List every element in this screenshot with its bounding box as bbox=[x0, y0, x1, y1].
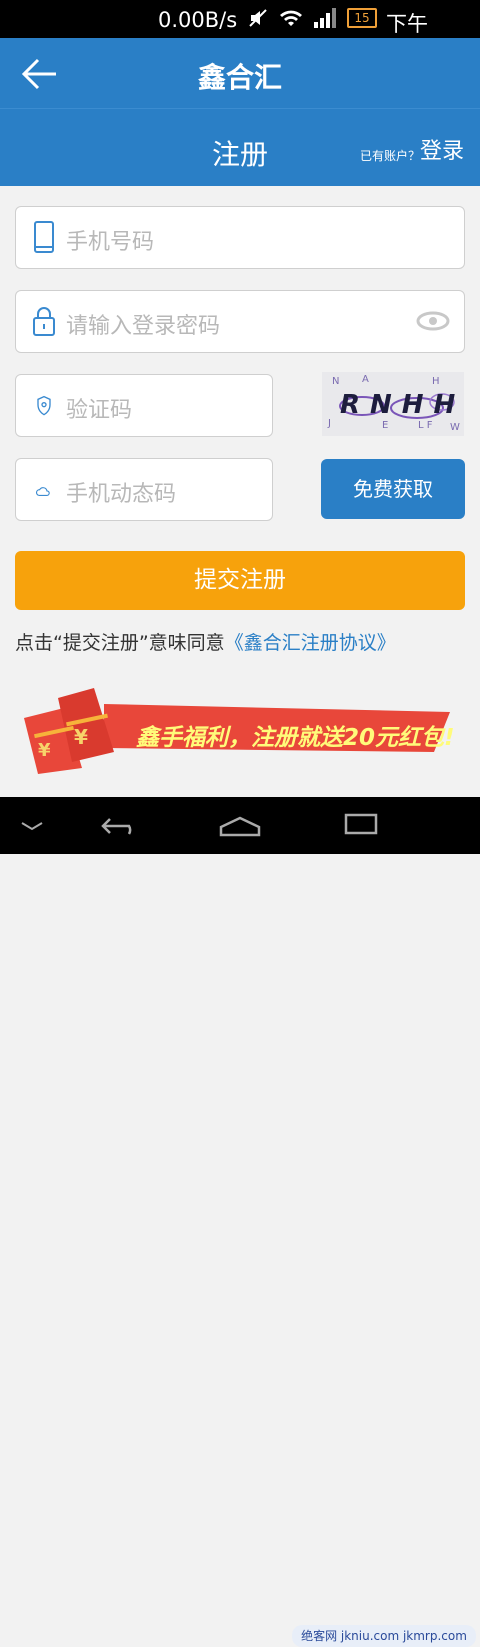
battery-icon: 15 bbox=[347, 8, 377, 28]
agreement-line: 点击“提交注册”意味同意《鑫合汇注册协议》 bbox=[15, 628, 396, 655]
wifi-icon bbox=[280, 10, 302, 26]
promo-banner[interactable]: ¥ ¥ 鑫手福利，注册就送20元红包! bbox=[24, 688, 456, 780]
captcha-text: RNHH bbox=[340, 390, 464, 420]
signal-icon bbox=[314, 8, 336, 28]
status-bar: 0.00B/s 15 下午 4:11 bbox=[0, 0, 480, 62]
agreement-prefix: 点击“提交注册”意味同意 bbox=[15, 632, 225, 654]
banner-text: 鑫手福利，注册就送20元红包! bbox=[136, 725, 455, 751]
navigation-bar: 绝客网 jkniu.com jkmrp.com bbox=[0, 797, 480, 1647]
has-account-label: 已有账户？ bbox=[360, 149, 421, 163]
app-bar: 鑫合汇 bbox=[0, 38, 480, 108]
nav-back-icon[interactable] bbox=[100, 815, 140, 837]
lock-icon bbox=[33, 307, 55, 336]
hide-keyboard-icon[interactable] bbox=[20, 821, 44, 831]
phone-icon bbox=[34, 221, 54, 253]
app-title: 鑫合汇 bbox=[197, 61, 282, 94]
svg-text:¥: ¥ bbox=[74, 725, 88, 749]
submit-button[interactable]: 提交注册 bbox=[15, 551, 465, 610]
password-placeholder: 请输入登录密码 bbox=[66, 314, 221, 339]
phone-placeholder: 手机号码 bbox=[66, 230, 155, 255]
get-code-button[interactable]: 免费获取 bbox=[321, 459, 465, 519]
home-icon[interactable] bbox=[218, 815, 262, 837]
captcha-field[interactable]: 验证码 bbox=[15, 374, 273, 437]
register-header: 注册 已有账户？ 登录 bbox=[0, 108, 480, 186]
mute-icon bbox=[249, 9, 267, 27]
password-field[interactable]: 请输入登录密码 bbox=[15, 290, 465, 353]
network-speed: 0.00B/s bbox=[158, 8, 238, 32]
agreement-link[interactable]: 《鑫合汇注册协议》 bbox=[225, 632, 396, 654]
status-icons: 15 bbox=[247, 7, 377, 29]
svg-text:¥: ¥ bbox=[38, 740, 51, 761]
login-link[interactable]: 登录 bbox=[420, 133, 464, 165]
phone-field[interactable]: 手机号码 bbox=[15, 206, 465, 269]
shield-icon bbox=[37, 395, 51, 416]
recent-apps-icon[interactable] bbox=[340, 813, 380, 837]
sms-placeholder: 手机动态码 bbox=[66, 482, 177, 507]
watermark: 绝客网 jkniu.com jkmrp.com bbox=[292, 1625, 476, 1647]
captcha-placeholder: 验证码 bbox=[66, 398, 133, 423]
cloud-icon bbox=[35, 487, 50, 496]
sms-code-field[interactable]: 手机动态码 bbox=[15, 458, 273, 521]
captcha-image[interactable]: N A H J E L F W RNHH bbox=[322, 372, 464, 436]
eye-icon[interactable] bbox=[416, 311, 450, 331]
